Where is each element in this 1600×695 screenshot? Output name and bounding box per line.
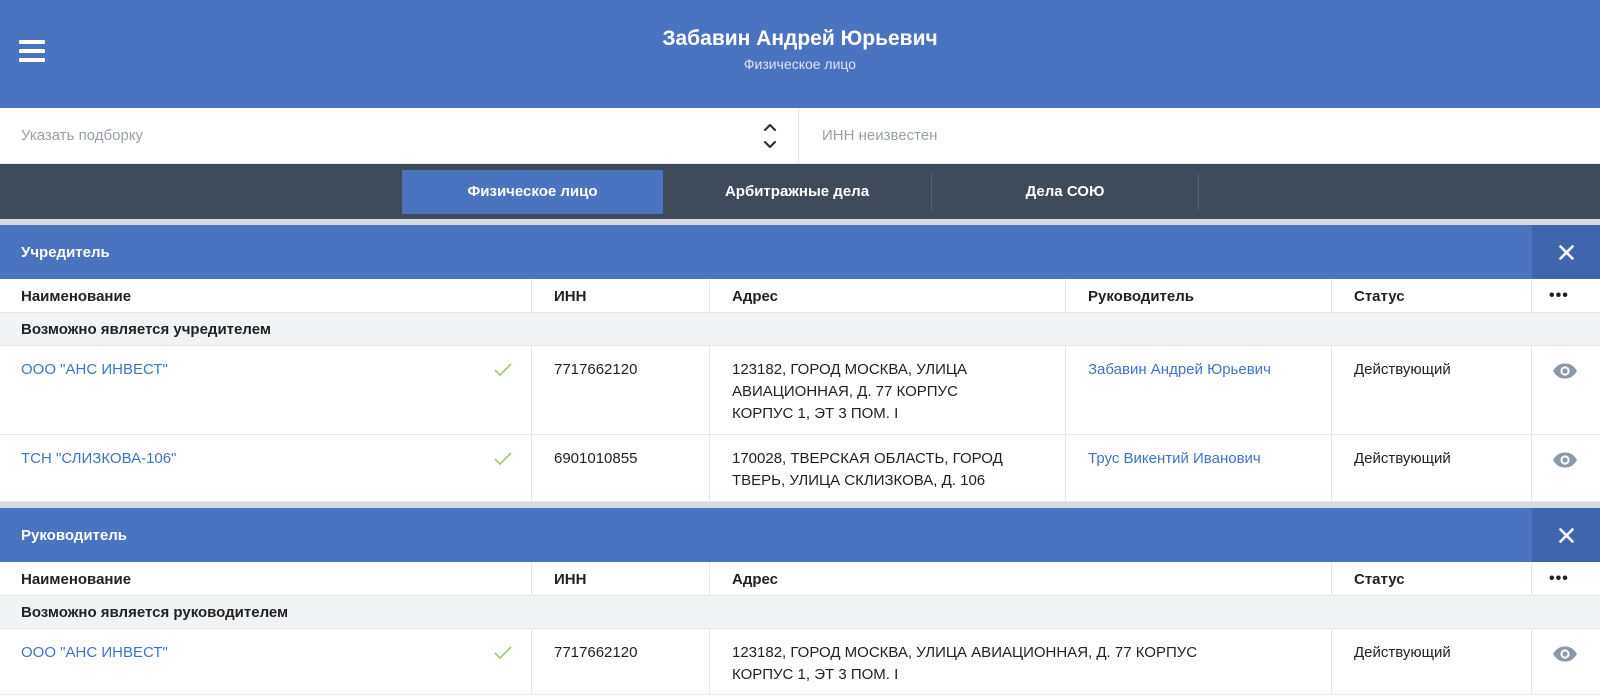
tab-general-court-cases[interactable]: Дела СОЮ xyxy=(932,170,1198,214)
company-name-link[interactable]: ООО "АНС ИНВЕСТ" xyxy=(21,642,168,664)
eye-icon[interactable] xyxy=(1552,646,1578,662)
column-divider xyxy=(1531,346,1532,502)
app-header: Забавин Андрей Юрьевич Физическое лицо xyxy=(0,0,1600,108)
manager-section-title: Руководитель xyxy=(21,527,127,544)
filter-bar: Указать подборку ИНН неизвестен xyxy=(0,108,1600,164)
column-divider xyxy=(1331,346,1332,502)
close-founder-section-button[interactable] xyxy=(1532,225,1600,279)
column-divider xyxy=(1331,279,1332,313)
check-icon xyxy=(494,452,512,466)
column-status: Статус xyxy=(1354,288,1405,305)
founder-table-header: Наименование ИНН Адрес Руководитель Стат… xyxy=(0,279,1600,313)
eye-icon[interactable] xyxy=(1552,452,1578,468)
more-options-icon[interactable]: ••• xyxy=(1549,570,1569,588)
column-inn: ИНН xyxy=(554,571,587,588)
column-name: Наименование xyxy=(21,571,132,588)
column-divider xyxy=(531,279,532,313)
column-inn: ИНН xyxy=(554,288,587,305)
page-title: Забавин Андрей Юрьевич xyxy=(662,27,938,50)
company-name-link[interactable]: ООО "АНС ИНВЕСТ" xyxy=(21,359,168,381)
address-value: 123182, ГОРОД МОСКВА, УЛИЦА АВИАЦИОННАЯ,… xyxy=(732,361,968,422)
column-status: Статус xyxy=(1354,571,1405,588)
manager-group-row: Возможно является руководителем xyxy=(0,596,1600,629)
page-subtitle: Физическое лицо xyxy=(743,56,857,72)
column-divider xyxy=(1065,346,1066,502)
column-divider xyxy=(709,346,710,502)
founder-section-header: Учредитель xyxy=(0,225,1600,279)
manager-section-header: Руководитель xyxy=(0,508,1600,562)
tab-arbitration-cases[interactable]: Арбитражные дела xyxy=(663,170,931,214)
tab-bar: Физическое лицо Арбитражные дела Дела СО… xyxy=(0,164,1600,219)
status-value: Действующий xyxy=(1354,450,1451,467)
inn-status: ИНН неизвестен xyxy=(822,127,938,144)
column-director: Руководитель xyxy=(1088,288,1194,305)
column-divider xyxy=(531,629,532,695)
manager-table-header: Наименование ИНН Адрес Статус ••• xyxy=(0,562,1600,596)
column-divider xyxy=(709,279,710,313)
company-name-link[interactable]: ТСН "СЛИЗКОВА-106" xyxy=(21,448,176,470)
director-name-link[interactable]: Забавин Андрей Юрьевич xyxy=(1088,359,1271,381)
column-name: Наименование xyxy=(21,288,132,305)
status-value: Действующий xyxy=(1354,644,1451,661)
collection-select-placeholder: Указать подборку xyxy=(21,127,144,144)
address-value: 123182, ГОРОД МОСКВА, УЛИЦА АВИАЦИОННАЯ,… xyxy=(732,644,1198,683)
column-divider xyxy=(709,629,710,695)
column-address: Адрес xyxy=(732,571,779,588)
column-divider xyxy=(1331,629,1332,695)
close-icon xyxy=(1559,528,1574,543)
close-icon xyxy=(1559,245,1574,260)
column-divider xyxy=(1531,562,1532,596)
table-row: ООО "АНС ИНВЕСТ" 7717662120 123182, ГОРО… xyxy=(0,629,1600,695)
table-row: ТСН "СЛИЗКОВА-106" 6901010855 170028, ТВ… xyxy=(0,435,1600,502)
collection-select[interactable]: Указать подборку xyxy=(0,108,799,163)
close-manager-section-button[interactable] xyxy=(1532,508,1600,562)
inn-value: 7717662120 xyxy=(554,361,638,378)
check-icon xyxy=(494,363,512,377)
column-divider xyxy=(1531,629,1532,695)
column-divider xyxy=(709,562,710,596)
manager-group-label: Возможно является руководителем xyxy=(21,604,289,621)
more-options-icon[interactable]: ••• xyxy=(1549,287,1569,305)
status-value: Действующий xyxy=(1354,361,1451,378)
table-row: ООО "АНС ИНВЕСТ" 7717662120 123182, ГОРО… xyxy=(0,346,1600,435)
column-divider xyxy=(1065,279,1066,313)
column-divider xyxy=(531,346,532,502)
director-name-link[interactable]: Трус Викентий Иванович xyxy=(1088,448,1261,470)
select-arrows-icon xyxy=(763,123,777,149)
column-divider xyxy=(1331,562,1332,596)
founder-section-title: Учредитель xyxy=(21,244,110,261)
tab-separator xyxy=(1198,174,1199,210)
column-divider xyxy=(531,562,532,596)
check-icon xyxy=(494,646,512,660)
founder-group-row: Возможно является учредителем xyxy=(0,313,1600,346)
inn-value: 6901010855 xyxy=(554,450,638,467)
eye-icon[interactable] xyxy=(1552,363,1578,379)
founder-group-label: Возможно является учредителем xyxy=(21,321,271,338)
inn-value: 7717662120 xyxy=(554,644,638,661)
tab-individual[interactable]: Физическое лицо xyxy=(402,170,663,214)
column-divider xyxy=(1531,279,1532,313)
column-address: Адрес xyxy=(732,288,779,305)
address-value: 170028, ТВЕРСКАЯ ОБЛАСТЬ, ГОРОД ТВЕРЬ, У… xyxy=(732,450,1003,489)
